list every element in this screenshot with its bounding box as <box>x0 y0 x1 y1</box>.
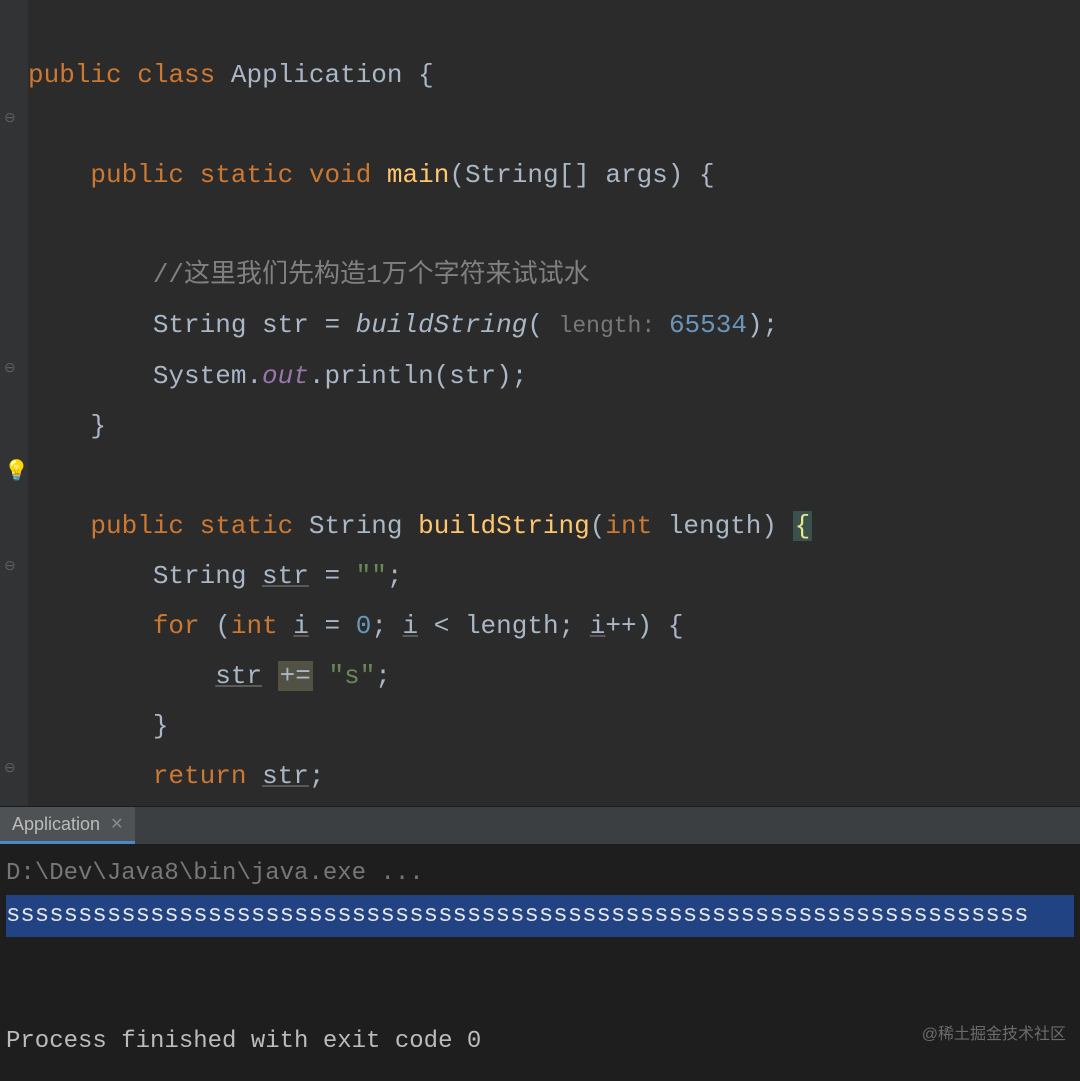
fold-icon[interactable]: ⊖ <box>4 560 22 578</box>
tab-label: Application <box>12 814 100 835</box>
code-line: for (int i = 0; i < length; i++) { <box>28 611 683 641</box>
fold-icon[interactable]: ⊖ <box>4 112 22 130</box>
console-output[interactable]: D:\Dev\Java8\bin\java.exe ... ssssssssss… <box>0 845 1080 1081</box>
code-line: return str; <box>28 761 324 791</box>
code-line: public static String buildString(int len… <box>28 511 812 541</box>
code-line: } <box>28 411 106 441</box>
fold-icon[interactable]: ⊖ <box>4 362 22 380</box>
code-line: //这里我们先构造1万个字符来试试水 <box>28 260 590 290</box>
console-command: D:\Dev\Java8\bin\java.exe ... <box>6 860 424 887</box>
code-line: public static void main(String[] args) { <box>28 160 715 190</box>
run-tab-application[interactable]: Application ✕ <box>0 807 135 844</box>
code-area[interactable]: public class Application { public static… <box>28 0 1080 806</box>
code-line: public class Application { <box>28 60 434 90</box>
close-icon[interactable]: ✕ <box>110 814 123 834</box>
console-exit-message: Process finished with exit code 0 <box>6 1028 481 1055</box>
fold-icon[interactable]: ⊖ <box>4 762 22 780</box>
run-panel: Application ✕ D:\Dev\Java8\bin\java.exe … <box>0 806 1080 1081</box>
code-line: str += "s"; <box>28 661 391 691</box>
console-stdout: ssssssssssssssssssssssssssssssssssssssss… <box>6 895 1074 937</box>
code-line: System.out.println(str); <box>28 361 527 391</box>
watermark: @稀土掘金技术社区 <box>922 1020 1066 1044</box>
gutter: ⊖ ⊖ 💡 ⊖ ⊖ <box>0 0 28 806</box>
run-tab-bar: Application ✕ <box>0 807 1080 845</box>
code-line: } <box>28 711 168 741</box>
lightbulb-icon[interactable]: 💡 <box>4 458 22 476</box>
code-editor[interactable]: ⊖ ⊖ 💡 ⊖ ⊖ public class Application { pub… <box>0 0 1080 806</box>
code-line: String str = ""; <box>28 561 403 591</box>
code-line: String str = buildString( length: 65534)… <box>28 310 778 340</box>
